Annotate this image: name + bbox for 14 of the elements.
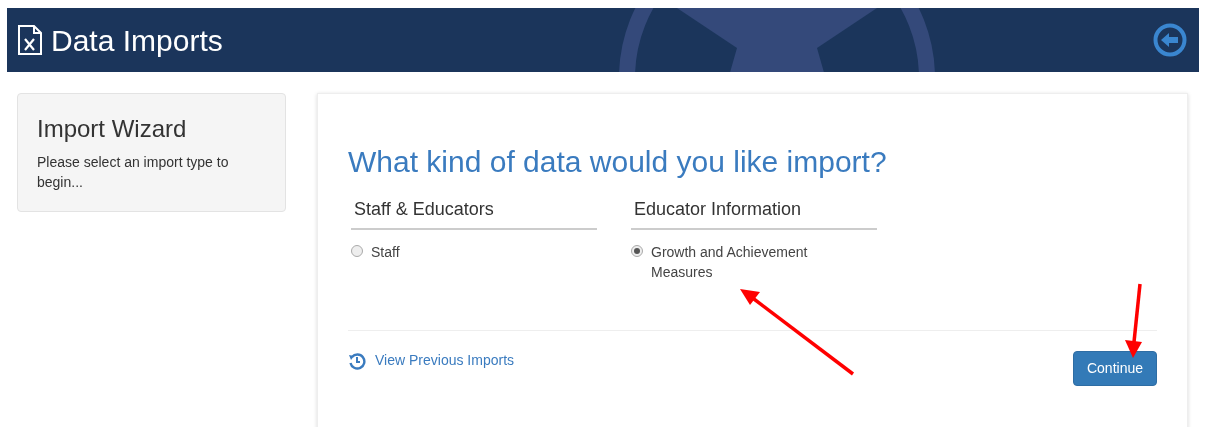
- radio-button[interactable]: [351, 245, 363, 257]
- continue-button[interactable]: Continue: [1072, 351, 1157, 386]
- section-heading: Staff & Educators: [351, 196, 597, 230]
- section-heading: Educator Information: [631, 196, 877, 230]
- radio-label[interactable]: Growth and Achievement Measures: [651, 242, 851, 282]
- history-icon: [348, 351, 366, 370]
- question-heading: What kind of data would you like import?: [348, 144, 888, 180]
- page-title: Data Imports: [51, 22, 223, 59]
- view-previous-imports-link[interactable]: View Previous Imports: [348, 350, 514, 371]
- radio-button[interactable]: [631, 245, 643, 257]
- excel-file-icon: [17, 24, 43, 56]
- radio-label[interactable]: Staff: [371, 242, 571, 262]
- sidebar-title: Import Wizard: [37, 114, 188, 144]
- sidebar-text: Please select an import type to begin...: [37, 153, 230, 192]
